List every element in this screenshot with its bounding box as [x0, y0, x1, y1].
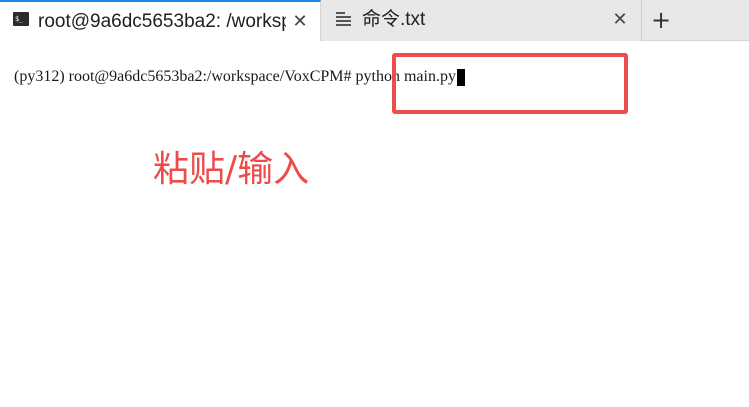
highlight-box: [392, 53, 628, 114]
close-icon[interactable]: ✕: [289, 11, 311, 33]
tab-bar: $_ root@9a6dc5653ba2: /workspace ✕ 命令.tx…: [0, 0, 749, 41]
annotation-label: 粘贴/输入: [153, 149, 310, 190]
tab-document[interactable]: 命令.txt ✕: [322, 0, 642, 41]
document-icon: [336, 12, 351, 26]
new-tab-button[interactable]: +: [645, 7, 677, 35]
prompt-text: (py312) root@9a6dc5653ba2:/workspace/Vox…: [14, 68, 352, 85]
tab-title: root@9a6dc5653ba2: /workspace: [38, 11, 286, 32]
close-icon[interactable]: ✕: [609, 9, 631, 31]
terminal-icon: $_: [13, 12, 29, 26]
tab-title: 命令.txt: [362, 9, 426, 30]
terminal-area[interactable]: (py312) root@9a6dc5653ba2:/workspace/Vox…: [0, 41, 749, 407]
tab-terminal[interactable]: $_ root@9a6dc5653ba2: /workspace ✕: [0, 0, 321, 41]
